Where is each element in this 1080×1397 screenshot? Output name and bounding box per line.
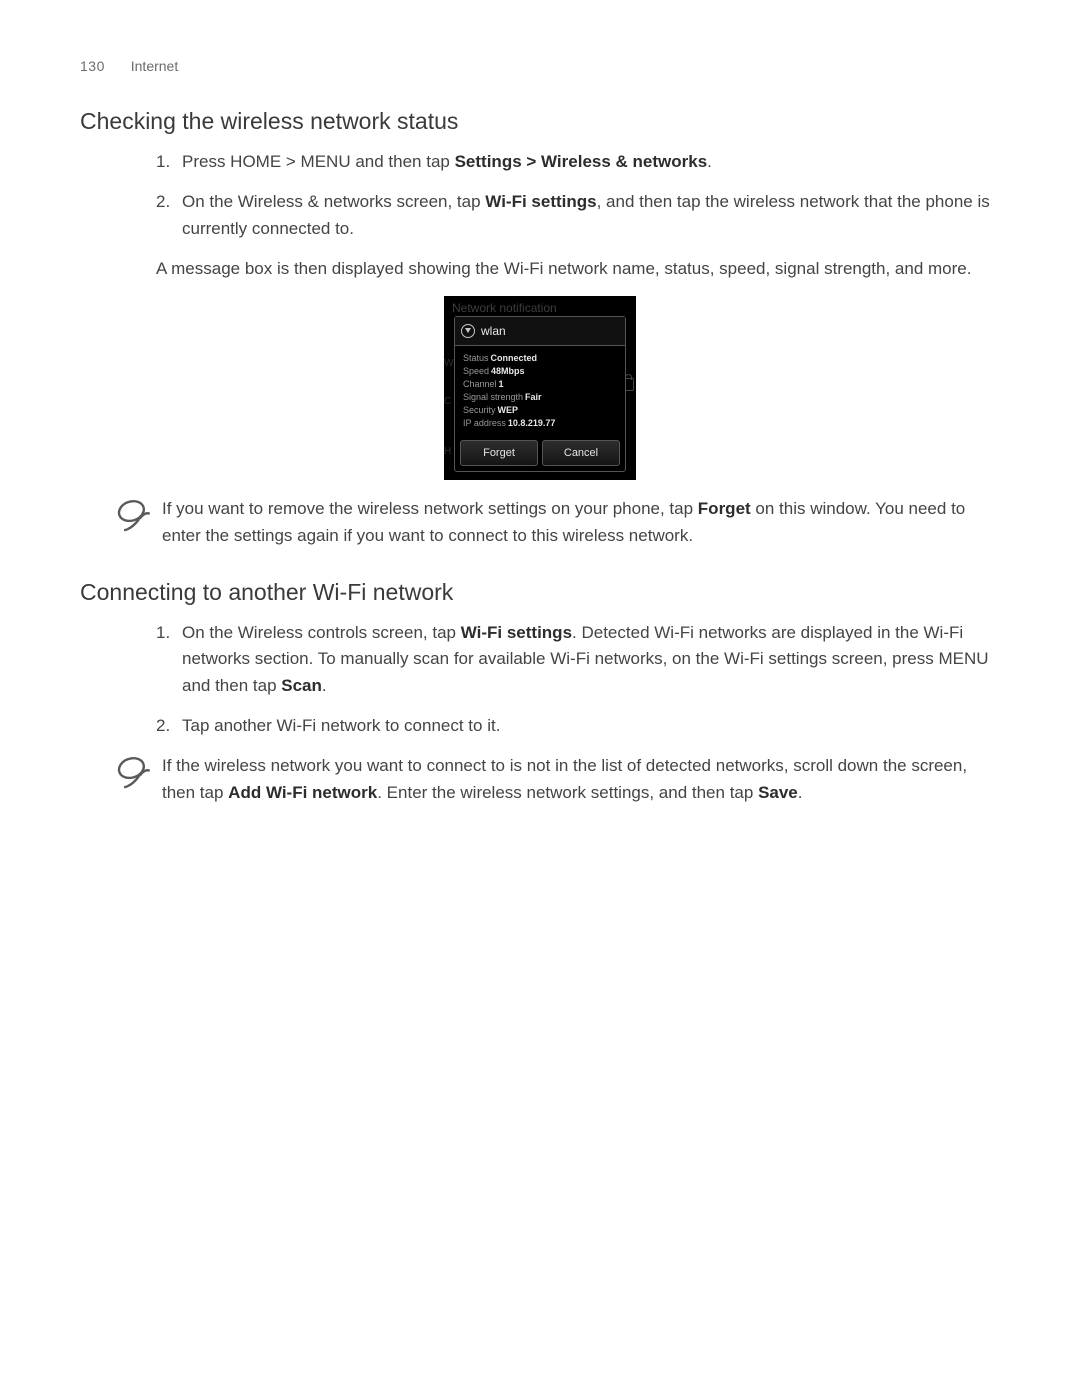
bg-glyph: H [444,446,451,457]
text: On the Wireless & networks screen, tap [182,192,485,211]
row-status: StatusConnected [463,352,617,365]
dialog-title-text: wlan [481,324,506,338]
tip: If you want to remove the wireless netwo… [114,496,1000,549]
page-header: 130 Internet [80,58,1000,74]
tip-text: If you want to remove the wireless netwo… [162,496,1000,549]
step-item: Press HOME > MENU and then tap Settings … [156,149,1000,175]
step-item: On the Wireless & networks screen, tap W… [156,189,1000,242]
text: Tap another Wi-Fi network to connect to … [182,716,500,735]
text: On the Wireless controls screen, tap [182,623,461,642]
forget-button[interactable]: Forget [460,440,538,466]
bold: Settings > Wireless & networks [455,152,708,171]
page: 130 Internet Checking the wireless netwo… [0,0,1080,1397]
magnifier-tip-icon [114,496,152,534]
row-signal: Signal strengthFair [463,391,617,404]
steps-check-status: Press HOME > MENU and then tap Settings … [156,149,1000,242]
bold: Scan [281,676,322,695]
step-item: Tap another Wi-Fi network to connect to … [156,713,1000,739]
paragraph: A message box is then displayed showing … [156,256,1000,282]
section-heading-check-status: Checking the wireless network status [80,108,1000,135]
bg-glyph: W [444,358,453,369]
text: If you want to remove the wireless netwo… [162,499,698,518]
bg-glyph: C [444,396,451,407]
steps-connect-another: On the Wireless controls screen, tap Wi-… [156,620,1000,739]
bold: Wi-Fi settings [461,623,572,642]
row-ip: IP address10.8.219.77 [463,417,617,430]
step-item: On the Wireless controls screen, tap Wi-… [156,620,1000,699]
cancel-button[interactable]: Cancel [542,440,620,466]
text: . [798,783,803,802]
text: . Enter the wireless network settings, a… [377,783,758,802]
text: . [707,152,712,171]
bold: Forget [698,499,751,518]
bold: Add Wi-Fi network [228,783,377,802]
wifi-status-icon [461,324,475,338]
tip: If the wireless network you want to conn… [114,753,1000,806]
text: . [322,676,327,695]
tip-text: If the wireless network you want to conn… [162,753,1000,806]
row-security: SecurityWEP [463,404,617,417]
wifi-dialog: wlan StatusConnected Speed48Mbps Channel… [454,316,626,472]
dialog-buttons: Forget Cancel [460,440,620,466]
dialog-body: StatusConnected Speed48Mbps Channel1 Sig… [455,346,625,434]
section-heading-connect-another: Connecting to another Wi-Fi network [80,579,1000,606]
bold: Save [758,783,798,802]
phone-screenshot: Network notification W C H wlan StatusCo… [444,296,636,480]
page-number: 130 [80,58,105,74]
bg-label: Network notification [452,301,557,315]
dialog-title: wlan [455,317,625,346]
text: Press HOME > MENU and then tap [182,152,455,171]
row-speed: Speed48Mbps [463,365,617,378]
section-name: Internet [131,58,178,74]
bold: Wi-Fi settings [485,192,596,211]
row-channel: Channel1 [463,378,617,391]
magnifier-tip-icon [114,753,152,791]
